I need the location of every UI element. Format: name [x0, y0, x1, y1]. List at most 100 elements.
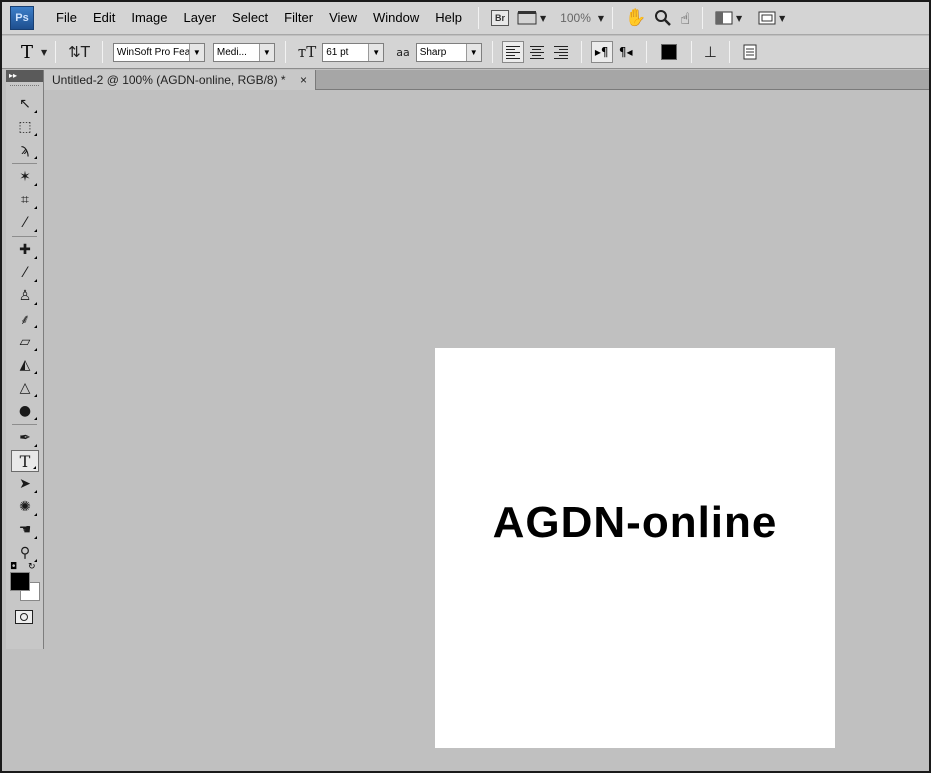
warp-text-button[interactable]: ⊥ — [700, 43, 721, 61]
align-center-icon — [529, 45, 544, 59]
flyout-indicator — [34, 206, 37, 209]
flyout-indicator — [34, 371, 37, 374]
flyout-indicator — [34, 325, 37, 328]
rotate-hand-icon: ☝ — [680, 8, 690, 28]
zoom-tool[interactable]: ⚲ — [11, 542, 39, 564]
flyout-indicator — [34, 302, 37, 305]
hand-button[interactable]: ✋ — [621, 7, 650, 29]
canvas-text-layer[interactable]: AGDN-online — [493, 498, 778, 548]
toolbox-divider — [12, 163, 37, 164]
font-style-select[interactable]: Medi... ▼ — [212, 42, 275, 62]
rtl-paragraph-icon: ¶◂ — [618, 45, 633, 59]
stamp-icon: ♙ — [18, 288, 32, 304]
workspace: AGDN-online — [44, 91, 929, 771]
rect-marquee-icon: ⬚ — [18, 119, 32, 135]
type-tool-preset-icon[interactable]: T — [16, 42, 38, 63]
clone-stamp-tool[interactable]: ♙ — [11, 285, 39, 307]
menu-image[interactable]: Image — [123, 7, 175, 29]
font-family-value: WinSoft Pro Feat — [116, 46, 189, 58]
chevron-down-icon: ▼ — [368, 43, 384, 61]
chevron-down-icon[interactable]: ▼ — [598, 14, 604, 23]
warp-text-icon: ⊥ — [703, 43, 717, 61]
foreground-color-swatch[interactable] — [10, 572, 30, 591]
menu-help[interactable]: Help — [427, 7, 470, 29]
quick-mask-button[interactable] — [15, 610, 33, 624]
toggle-orientation-button[interactable]: ⇅T — [64, 43, 94, 61]
photoshop-logo: Ps — [10, 6, 34, 30]
ltr-paragraph-icon: ▸¶ — [594, 45, 609, 59]
path-selection-tool[interactable]: ➤ — [11, 473, 39, 495]
flyout-indicator — [34, 133, 37, 136]
ltr-direction-button[interactable]: ▸¶ — [590, 41, 613, 63]
rtl-direction-button[interactable]: ¶◂ — [615, 41, 637, 63]
crop-tool[interactable]: ⌗ — [11, 189, 39, 211]
zoom-button[interactable] — [650, 7, 676, 29]
flyout-indicator — [34, 110, 37, 113]
menu-layer[interactable]: Layer — [176, 7, 225, 29]
flyout-indicator — [34, 348, 37, 351]
arrange-documents-button[interactable]: ▼ — [711, 7, 746, 29]
move-tool[interactable]: ↖ — [11, 93, 39, 115]
app-window: Ps File Edit Image Layer Select Filter V… — [0, 0, 931, 773]
antialias-select[interactable]: Sharp ▼ — [415, 42, 482, 62]
font-size-select[interactable]: 61 pt ▼ — [322, 42, 385, 62]
dodge-tool[interactable]: ● — [11, 400, 39, 422]
marquee-tool[interactable]: ⬚ — [11, 116, 39, 138]
type-icon: T — [19, 451, 31, 471]
eyedropper-icon: ⁄ — [23, 215, 27, 231]
menu-edit[interactable]: Edit — [85, 7, 123, 29]
zoom-level[interactable]: 100% — [550, 11, 595, 25]
align-right-button[interactable] — [550, 41, 572, 63]
flyout-indicator — [33, 466, 36, 469]
bridge-button[interactable]: Br — [487, 7, 513, 29]
eyedropper-tool[interactable]: ⁄ — [11, 212, 39, 234]
document-tab[interactable]: Untitled-2 @ 100% (AGDN-online, RGB/8) *… — [44, 70, 316, 90]
chevron-down-icon: ▼ — [779, 13, 786, 23]
screen-mode-button[interactable]: ▼ — [754, 7, 789, 29]
toolbox-grip[interactable] — [10, 85, 39, 92]
healing-brush-tool[interactable]: ✚ — [11, 239, 39, 261]
divider — [645, 41, 647, 63]
hand-icon: ☚ — [18, 522, 32, 538]
swap-colors-icon[interactable]: ↻ — [28, 562, 36, 572]
hand-tool[interactable]: ☚ — [11, 519, 39, 541]
divider — [580, 41, 582, 63]
font-style-value: Medi... — [216, 46, 247, 58]
align-center-button[interactable] — [526, 41, 548, 63]
pen-tool[interactable]: ✒ — [11, 427, 39, 449]
panels-icon — [743, 44, 757, 60]
chevron-down-icon[interactable]: ▼ — [41, 48, 47, 57]
eraser-tool[interactable]: ▱ — [11, 331, 39, 353]
flyout-indicator — [34, 417, 37, 420]
lasso-tool[interactable]: ϡ — [11, 139, 39, 161]
character-panel-button[interactable] — [738, 44, 762, 60]
align-left-button[interactable] — [501, 41, 524, 63]
close-icon[interactable]: × — [300, 73, 307, 87]
extras-button[interactable]: ▼ — [513, 7, 550, 29]
magic-wand-tool[interactable]: ✶ — [11, 166, 39, 188]
menu-file[interactable]: File — [48, 7, 85, 29]
color-swatches: ◘ ↻ — [6, 562, 44, 606]
paint-bucket-tool[interactable]: ◭ — [11, 354, 39, 376]
blur-tool[interactable]: △ — [11, 377, 39, 399]
shape-icon: ✺ — [19, 499, 31, 515]
font-family-select[interactable]: WinSoft Pro Feat ▼ — [112, 42, 205, 62]
default-colors-icon[interactable]: ◘ — [10, 562, 17, 572]
tool-list: ↖ ⬚ ϡ ✶ ⌗ ⁄ ✚ ⁄ ♙ ⸙ ▱ ◭ △ ● ✒ T ➤ ✺ ☚ ⚲ — [6, 93, 43, 564]
divider — [55, 41, 57, 63]
menu-view[interactable]: View — [321, 7, 365, 29]
menu-select[interactable]: Select — [224, 7, 276, 29]
history-brush-tool[interactable]: ⸙ — [11, 308, 39, 330]
type-tool[interactable]: T — [11, 450, 39, 472]
menu-window[interactable]: Window — [365, 7, 427, 29]
divider — [491, 41, 493, 63]
toolbox-collapse-icon[interactable]: ▸▸ — [6, 70, 43, 82]
brush-tool[interactable]: ⁄ — [11, 262, 39, 284]
menu-filter[interactable]: Filter — [276, 7, 321, 29]
font-size-icon: тT — [297, 43, 317, 61]
custom-shape-tool[interactable]: ✺ — [11, 496, 39, 518]
rotate-view-button[interactable]: ☝ — [676, 7, 694, 29]
font-size-value: 61 pt — [326, 46, 349, 58]
text-color-swatch[interactable] — [660, 44, 677, 60]
document-canvas[interactable]: AGDN-online — [435, 348, 835, 748]
